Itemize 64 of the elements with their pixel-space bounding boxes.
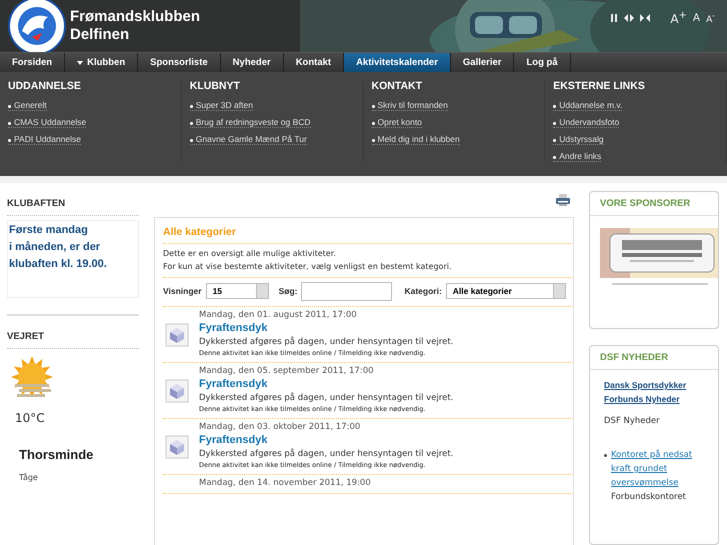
cube-icon <box>165 378 189 403</box>
nav-tab[interactable]: Aktivitetskalender <box>344 53 451 72</box>
pause-icon[interactable] <box>610 14 618 22</box>
temperature: 10°C <box>14 410 46 425</box>
menu-link[interactable]: Skriv til formanden <box>372 100 448 112</box>
menu-link[interactable]: Undervandsfoto <box>553 117 620 128</box>
menu-link[interactable]: PADI Uddannelse <box>8 134 81 146</box>
menu-link[interactable]: Uddannelse m.v. <box>553 100 622 112</box>
news-link[interactable]: Kontoret på nedsat kraft grundet oversvømmelse <box>611 448 708 490</box>
menu-link[interactable]: Udstyrssalg <box>553 134 604 146</box>
menu-heading: KLUBNYT <box>190 80 241 92</box>
search-label: Søg: <box>278 286 298 296</box>
search-field[interactable] <box>301 282 392 301</box>
caret-icon <box>77 60 84 65</box>
event-title[interactable]: Fyraftensdyk <box>199 320 454 336</box>
menu-link[interactable]: Opret konto <box>372 117 422 128</box>
category-label: Kategori: <box>404 286 442 296</box>
event-title[interactable]: Fyraftensdyk <box>199 376 454 392</box>
event-date: Mandag, den 03. oktober 2011, 17:00 <box>199 420 362 433</box>
menu-link[interactable]: Generelt <box>8 100 47 112</box>
site-title: Delfinen <box>70 26 130 44</box>
printer-icon[interactable] <box>556 194 570 206</box>
menu-link[interactable]: Andre links <box>553 151 602 162</box>
feed-name: DSF Nyheder <box>604 416 661 426</box>
menu-heading: EKSTERNE LINKS <box>553 80 646 92</box>
menu-link[interactable]: Super 3D aften <box>190 100 253 112</box>
event-description: Dykkersted afgøres på dagen, under hensyntagen til vejret. <box>199 448 454 460</box>
feed-link[interactable]: Dansk Sportsdykker Forbunds Nyheder <box>604 378 708 406</box>
weather-condition: Tåge <box>18 472 39 482</box>
font-size-button[interactable]: A$^{-}$ <box>706 11 715 25</box>
description-text: For kun at vise bestemte aktiviteter, vælg venligst en bestemt kategori. <box>163 260 452 272</box>
event-date: Mandag, den 05. september 2011, 17:00 <box>199 364 375 377</box>
event-date: Mandag, den 01. august 2011, 17:00 <box>199 308 358 321</box>
font-size-button[interactable]: A <box>692 12 700 24</box>
views-label: Visninger <box>163 286 202 296</box>
menu-link[interactable]: Gnavne Gamle Mænd På Tur <box>190 134 307 146</box>
info-text: Første mandag <box>9 222 89 238</box>
menu-link[interactable]: Meld dig ind i klubben <box>372 134 460 146</box>
event-description: Dykkersted afgøres på dagen, under hensyntagen til vejret. <box>199 392 454 404</box>
font-size-button[interactable]: A$^{+}$ <box>670 10 687 26</box>
menu-link[interactable]: CMAS Uddannelse <box>8 117 86 128</box>
event-description: Dykkersted afgøres på dagen, under hensyntagen til vejret. <box>199 336 454 348</box>
card-heading: DSF NYHEDER <box>590 346 718 370</box>
description-text: Dette er en oversigt alle mulige aktiviteter. <box>163 248 337 259</box>
views-select[interactable]: 15 <box>206 283 269 300</box>
menu-heading: UDDANNELSE <box>8 80 82 92</box>
bullet-icon <box>604 454 607 457</box>
section-heading: VEJRET <box>7 316 139 349</box>
menu-heading: KONTAKT <box>372 80 424 92</box>
place-name: Thorsminde <box>18 446 94 462</box>
menu-link[interactable]: Brug af redningsveste og BCD <box>190 117 311 128</box>
category-select[interactable]: Alle kategorier <box>446 283 566 300</box>
dolphin-logo <box>8 0 66 52</box>
news-text: Forbundskontoret <box>611 490 687 504</box>
info-text: i måneden, er der <box>9 240 102 255</box>
info-text: klubaften kl. 19.00. <box>9 256 108 272</box>
card-heading: VORE SPONSORER <box>590 192 718 216</box>
panel-title: Alle kategorier <box>163 218 573 244</box>
section-heading: KLUBAFTEN <box>7 182 139 216</box>
site-title: Frømandsklubben <box>70 8 200 26</box>
event-date: Mandag, den 14. november 2011, 19:00 <box>199 476 371 489</box>
cube-icon <box>165 322 189 347</box>
cube-icon <box>165 434 189 459</box>
event-title[interactable]: Fyraftensdyk <box>199 432 454 448</box>
